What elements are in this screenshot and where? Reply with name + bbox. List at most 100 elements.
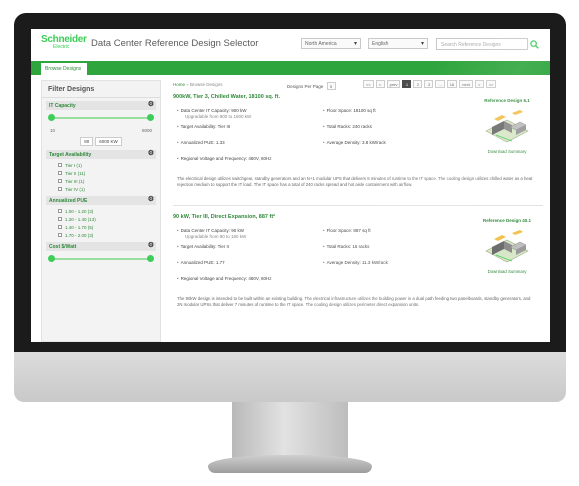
- gear-icon[interactable]: ⚙: [148, 100, 154, 108]
- spec-it-capacity: • Data Center IT Capacity: 90 kW: [177, 228, 244, 233]
- spec-text: Floor Space: 18100 sq ft: [326, 108, 376, 113]
- download-summary-link[interactable]: Download Summary: [475, 149, 539, 154]
- reference-panel: Reference Design 6.1 Download Summary: [475, 98, 539, 154]
- checkbox[interactable]: [58, 225, 62, 229]
- checkbox-option[interactable]: 1.20 - 1.40 (13): [58, 215, 160, 223]
- facet-it-capacity[interactable]: IT Capacity ⚙: [46, 101, 156, 110]
- checkbox-option[interactable]: 1.40 - 1.70 (5): [58, 223, 160, 231]
- slider-min-handle[interactable]: [48, 114, 55, 121]
- slider-max-handle[interactable]: [147, 114, 154, 121]
- design-title-link[interactable]: 900kW, Tier 3, Chilled Water, 18100 sq. …: [173, 94, 280, 100]
- facet-annualized-pue[interactable]: Annualized PUE ⚙: [46, 196, 156, 205]
- checkbox[interactable]: [58, 179, 62, 183]
- pagination-button[interactable]: <: [375, 80, 385, 88]
- spec-text: Data Center IT Capacity: 900 kW: [180, 108, 247, 113]
- bullet-icon: •: [323, 124, 325, 129]
- design-card: 900kW, Tier 3, Chilled Water, 18100 sq. …: [173, 94, 543, 206]
- results-panel: Home » Browse Designs Designs Per Page 5…: [173, 80, 543, 342]
- language-select[interactable]: English ▾: [368, 38, 428, 49]
- checkbox[interactable]: [58, 187, 62, 191]
- kw-low-input[interactable]: 80: [80, 137, 94, 146]
- spec-pue: • Annualized PUE: 1.33: [177, 140, 225, 145]
- slider-max-label: 6000: [141, 128, 152, 133]
- slider-track: [52, 117, 150, 119]
- bullet-icon: •: [177, 124, 179, 129]
- reference-design-label[interactable]: Reference Design 40.1: [475, 218, 539, 223]
- checkbox-option[interactable]: Tier IV (1): [58, 185, 160, 193]
- slider-track: [52, 258, 150, 260]
- pagination: << < prev 1 2 3... 16 next > >>: [363, 80, 498, 88]
- pagination-button[interactable]: 2: [413, 80, 423, 88]
- region-select[interactable]: North America ▾: [301, 38, 361, 49]
- per-page-select[interactable]: 5: [326, 82, 336, 90]
- checkbox-label: Tier I (1): [65, 162, 82, 168]
- pagination-button[interactable]: <<: [363, 80, 374, 88]
- bullet-icon: •: [323, 140, 325, 145]
- slider-min-label: 10: [50, 128, 56, 133]
- pagination-button[interactable]: 16: [446, 80, 458, 88]
- search-button[interactable]: [528, 38, 540, 50]
- checkbox-option[interactable]: Tier I (1): [58, 161, 160, 169]
- design-title-link[interactable]: 90 kW, Tier III, Direct Expansion, 887 f…: [173, 214, 275, 220]
- checkbox-option[interactable]: 1.00 - 1.20 (3): [58, 207, 160, 215]
- data-center-illustration[interactable]: [482, 105, 532, 145]
- search-input[interactable]: Search Reference Designs: [436, 38, 528, 50]
- pagination-button[interactable]: >>: [485, 80, 497, 88]
- spec-text: Total Racks: 240 racks: [326, 124, 372, 129]
- checkbox[interactable]: [58, 209, 62, 213]
- reference-design-label[interactable]: Reference Design 6.1: [475, 98, 539, 103]
- pagination-button[interactable]: >: [474, 80, 484, 88]
- bullet-icon: •: [177, 276, 179, 281]
- design-card: 90 kW, Tier III, Direct Expansion, 887 f…: [173, 214, 543, 342]
- facet-label: IT Capacity: [49, 103, 76, 109]
- pagination-button[interactable]: 1: [402, 80, 412, 88]
- checkbox-option[interactable]: Tier III (1): [58, 177, 160, 185]
- bullet-icon: •: [177, 260, 179, 265]
- it-capacity-inputs: 80 6000 KW: [42, 137, 160, 146]
- spec-text: Floor Space: 887 sq ft: [326, 228, 371, 233]
- checkbox-label: 1.20 - 1.40 (13): [65, 216, 96, 222]
- it-capacity-slider[interactable]: [48, 112, 154, 126]
- spec-availability: • Target Availability: Tier III: [177, 124, 230, 129]
- tab-browse-designs[interactable]: Browse Designs: [41, 63, 87, 75]
- checkbox-option[interactable]: Tier II (11): [58, 169, 160, 177]
- reference-panel: Reference Design 40.1 Download Summary: [475, 218, 539, 274]
- checkbox-option[interactable]: 1.70 - 2.00 (3): [58, 231, 160, 239]
- bullet-icon: •: [177, 140, 179, 145]
- monitor-mockup: Schneider Electric Data Center Reference…: [0, 0, 579, 486]
- cost-slider[interactable]: [48, 253, 154, 267]
- spec-availability: • Target Availability: Tier II: [177, 244, 229, 249]
- spec-text: Average Density: 11.3 kW/rack: [326, 260, 388, 265]
- pagination-button[interactable]: 3: [424, 80, 434, 88]
- checkbox[interactable]: [58, 163, 62, 167]
- download-summary-link[interactable]: Download Summary: [475, 269, 539, 274]
- gear-icon[interactable]: ⚙: [148, 195, 154, 203]
- slider-min-handle[interactable]: [48, 255, 55, 262]
- per-page-control: Designs Per Page 5: [287, 82, 338, 90]
- filter-sidebar: Filter Designs IT Capacity ⚙ 10 6000 80 …: [41, 80, 161, 342]
- checkbox[interactable]: [58, 171, 62, 175]
- spec-text: Annualized PUE: 1.77: [180, 260, 225, 265]
- spec-text: Regional Voltage and Frequency: 480V, 60…: [180, 156, 272, 161]
- gear-icon[interactable]: ⚙: [148, 241, 154, 249]
- breadcrumb-home-link[interactable]: Home: [173, 82, 185, 87]
- spec-upgrade-note: Upgradable from 900 to 1800 kW: [185, 114, 252, 119]
- slider-max-handle[interactable]: [147, 255, 154, 262]
- gear-icon[interactable]: ⚙: [148, 149, 154, 157]
- spec-pue: • Annualized PUE: 1.77: [177, 260, 225, 265]
- pagination-button[interactable]: next: [459, 80, 473, 88]
- pagination-button[interactable]: prev: [386, 80, 401, 88]
- checkbox[interactable]: [58, 233, 62, 237]
- facet-target-availability[interactable]: Target Availability ⚙: [46, 150, 156, 159]
- pagination-button[interactable]: ...: [435, 80, 445, 88]
- facet-label: Target Availability: [49, 152, 92, 158]
- nav-bar: Browse Designs: [31, 61, 550, 75]
- checkbox-label: 1.40 - 1.70 (5): [65, 224, 94, 230]
- checkbox-label: Tier II (11): [65, 170, 86, 176]
- facet-cost-per-watt[interactable]: Cost $/Watt ⚙: [46, 242, 156, 251]
- data-center-illustration[interactable]: [482, 225, 532, 265]
- brand-logo[interactable]: Schneider Electric: [41, 35, 87, 50]
- kw-high-input[interactable]: 6000 KW: [95, 137, 122, 146]
- checkbox[interactable]: [58, 217, 62, 221]
- bullet-icon: •: [323, 260, 325, 265]
